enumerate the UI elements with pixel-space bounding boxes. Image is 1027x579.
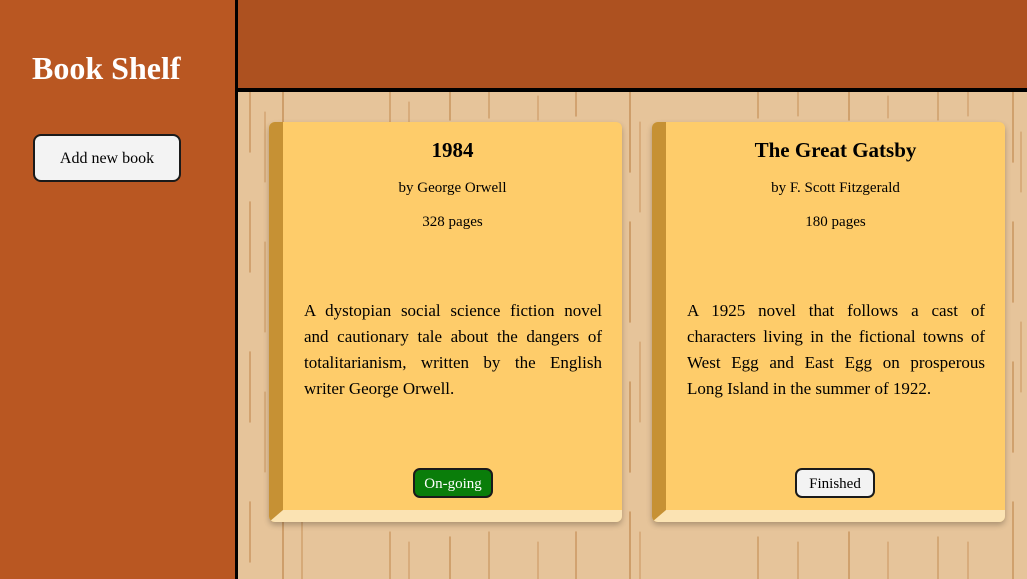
bookshelf-area: 1984 by George Orwell 328 pages A dystop… [238, 92, 1027, 579]
book-description: A dystopian social science fiction novel… [304, 301, 602, 398]
book-title: 1984 [431, 138, 474, 162]
book-title: The Great Gatsby [754, 138, 917, 162]
app-title: Book Shelf [32, 50, 181, 86]
status-toggle-button[interactable]: On-going [413, 468, 493, 498]
book-spine [269, 122, 283, 522]
status-toggle-button[interactable]: Finished [795, 468, 875, 498]
book-description: A 1925 novel that follows a cast of char… [687, 301, 985, 398]
book-card-1984: 1984 by George Orwell 328 pages A dystop… [269, 122, 622, 522]
book-spine [652, 122, 666, 522]
top-header [238, 0, 1027, 92]
book-page-count: 180 pages [805, 214, 866, 230]
book-page-count: 328 pages [422, 214, 483, 230]
book-card-great-gatsby: The Great Gatsby by F. Scott Fitzgerald … [652, 122, 1005, 522]
add-new-book-button[interactable]: Add new book [33, 134, 181, 182]
sidebar: Book Shelf Add new book [0, 0, 238, 579]
book-author: by George Orwell [398, 180, 507, 196]
book-shelf-app: Book Shelf Add new book 1984 by George O… [0, 0, 1027, 579]
book-author: by F. Scott Fitzgerald [771, 180, 900, 196]
book-pages-edge [269, 510, 622, 522]
book-pages-edge [652, 510, 1005, 522]
